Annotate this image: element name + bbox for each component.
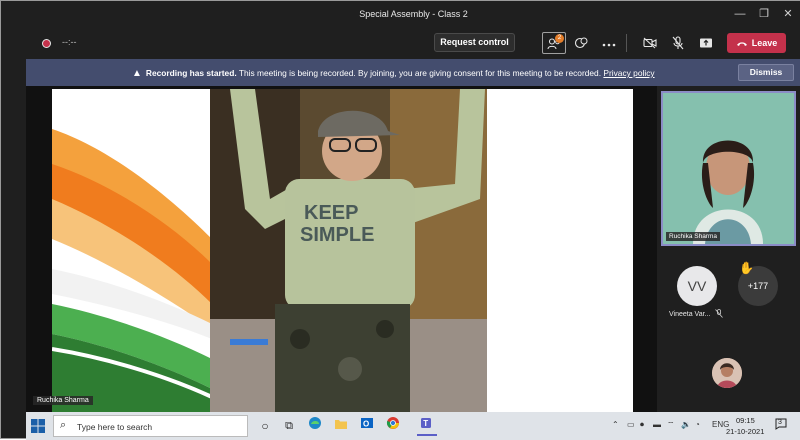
reactions-icon	[574, 37, 588, 49]
more-actions-button[interactable]	[597, 32, 621, 54]
mic-off-icon	[672, 36, 684, 50]
chrome-icon[interactable]	[383, 416, 403, 436]
more-actions-icon	[602, 43, 616, 47]
mic-toggle-button[interactable]	[666, 32, 690, 54]
share-button[interactable]	[694, 32, 718, 54]
file-explorer-icon[interactable]	[331, 416, 351, 436]
presenter-video: KEEP SIMPLE	[210, 89, 487, 412]
raised-hand-icon: ✋	[739, 261, 754, 275]
main-stage: KEEP SIMPLE Ruchika Sharma	[26, 86, 657, 412]
svg-text:O: O	[363, 420, 369, 429]
teams-icon[interactable]: T	[417, 416, 437, 436]
participants-panel: Ruchika Sharma VV Vineeta Var... +177 ✋	[657, 86, 800, 412]
clock-time[interactable]: 09:15	[736, 416, 755, 425]
volume-icon[interactable]: 🔉	[681, 420, 691, 429]
search-icon: ⌕	[60, 419, 67, 431]
minimize-button[interactable]: —	[730, 4, 750, 24]
people-count-badge: 2	[555, 34, 564, 43]
close-window-button[interactable]: ✕	[778, 4, 798, 24]
presenter-name-tag: Ruchika Sharma	[33, 396, 93, 405]
participant-video-tile[interactable]: Ruchika Sharma	[661, 91, 796, 246]
banner-body-text: This meeting is being recorded. By joini…	[236, 68, 604, 78]
restore-button[interactable]: ❐	[754, 4, 774, 24]
leave-label: Leave	[751, 38, 778, 48]
recording-banner: ▲ Recording has started. This meeting is …	[26, 59, 800, 86]
tricolour-stripes-graphic	[52, 89, 212, 412]
child-video-illustration: KEEP SIMPLE	[210, 89, 487, 412]
network-status-icon[interactable]: ◔	[695, 420, 700, 429]
warning-icon: ▲	[132, 68, 142, 79]
participant-video-illustration	[663, 93, 794, 244]
recording-icon	[42, 39, 51, 48]
dismiss-button[interactable]: Dismiss	[738, 64, 794, 81]
edge-icon[interactable]	[305, 416, 325, 436]
windows-start-icon[interactable]	[30, 418, 46, 434]
share-icon	[700, 38, 712, 48]
banner-message: ▲ Recording has started. This meeting is …	[132, 68, 655, 79]
meeting-toolbar: --:-- Request control 2 Leave	[26, 28, 800, 59]
leave-button[interactable]: Leave	[727, 33, 786, 53]
search-placeholder: Type here to search	[77, 422, 153, 432]
participant-name-tag: Ruchika Sharma	[666, 232, 721, 241]
outlook-icon[interactable]: O	[357, 416, 377, 436]
privacy-policy-link[interactable]: Privacy policy	[603, 68, 654, 78]
avatar[interactable]: VV	[677, 266, 717, 306]
notification-count: 3	[778, 419, 782, 426]
network-icon[interactable]: ⌔	[667, 420, 675, 430]
camera-off-icon	[643, 37, 657, 49]
request-control-button[interactable]: Request control	[434, 33, 515, 52]
tray-expand-icon[interactable]: ⌃	[612, 420, 619, 429]
microphone-icon[interactable]: ⏺	[640, 420, 644, 430]
svg-text:T: T	[423, 419, 428, 428]
storage-icon[interactable]: ▬	[653, 420, 661, 429]
participant-name: Vineeta Var...	[669, 311, 711, 318]
task-view-icon[interactable]: ⧉	[279, 416, 299, 436]
toolbar-divider	[626, 34, 627, 52]
banner-bold-text: Recording has started.	[145, 68, 237, 78]
self-avatar-illustration	[712, 358, 742, 388]
shirt-text-simple: SIMPLE	[300, 224, 374, 246]
taskbar-search-input[interactable]: ⌕ Type here to search	[53, 415, 248, 437]
clock-date[interactable]: 21-10-2021	[726, 427, 764, 436]
notification-center-icon[interactable]: 3	[773, 417, 789, 433]
mic-muted-icon	[715, 309, 723, 320]
title-bar: Special Assembly - Class 2 — ❐ ✕	[26, 1, 800, 28]
shirt-text-keep: KEEP	[304, 202, 358, 224]
cortana-icon[interactable]: ○	[255, 416, 275, 436]
self-video-avatar[interactable]	[712, 358, 742, 388]
meet-now-icon[interactable]: ▭	[627, 420, 635, 429]
phone-icon	[736, 42, 747, 46]
window-title: Special Assembly - Class 2	[359, 9, 468, 19]
teams-window: Special Assembly - Class 2 — ❐ ✕ --:-- R…	[0, 0, 800, 440]
meeting-timer: --:--	[62, 37, 77, 47]
shared-slide: KEEP SIMPLE	[52, 89, 633, 412]
camera-toggle-button[interactable]	[638, 32, 662, 54]
reactions-button[interactable]	[569, 32, 593, 54]
windows-taskbar: ⌕ Type here to search ○ ⧉ O T ⌃ ▭ ⏺ ▬ ⌔ …	[26, 412, 800, 440]
